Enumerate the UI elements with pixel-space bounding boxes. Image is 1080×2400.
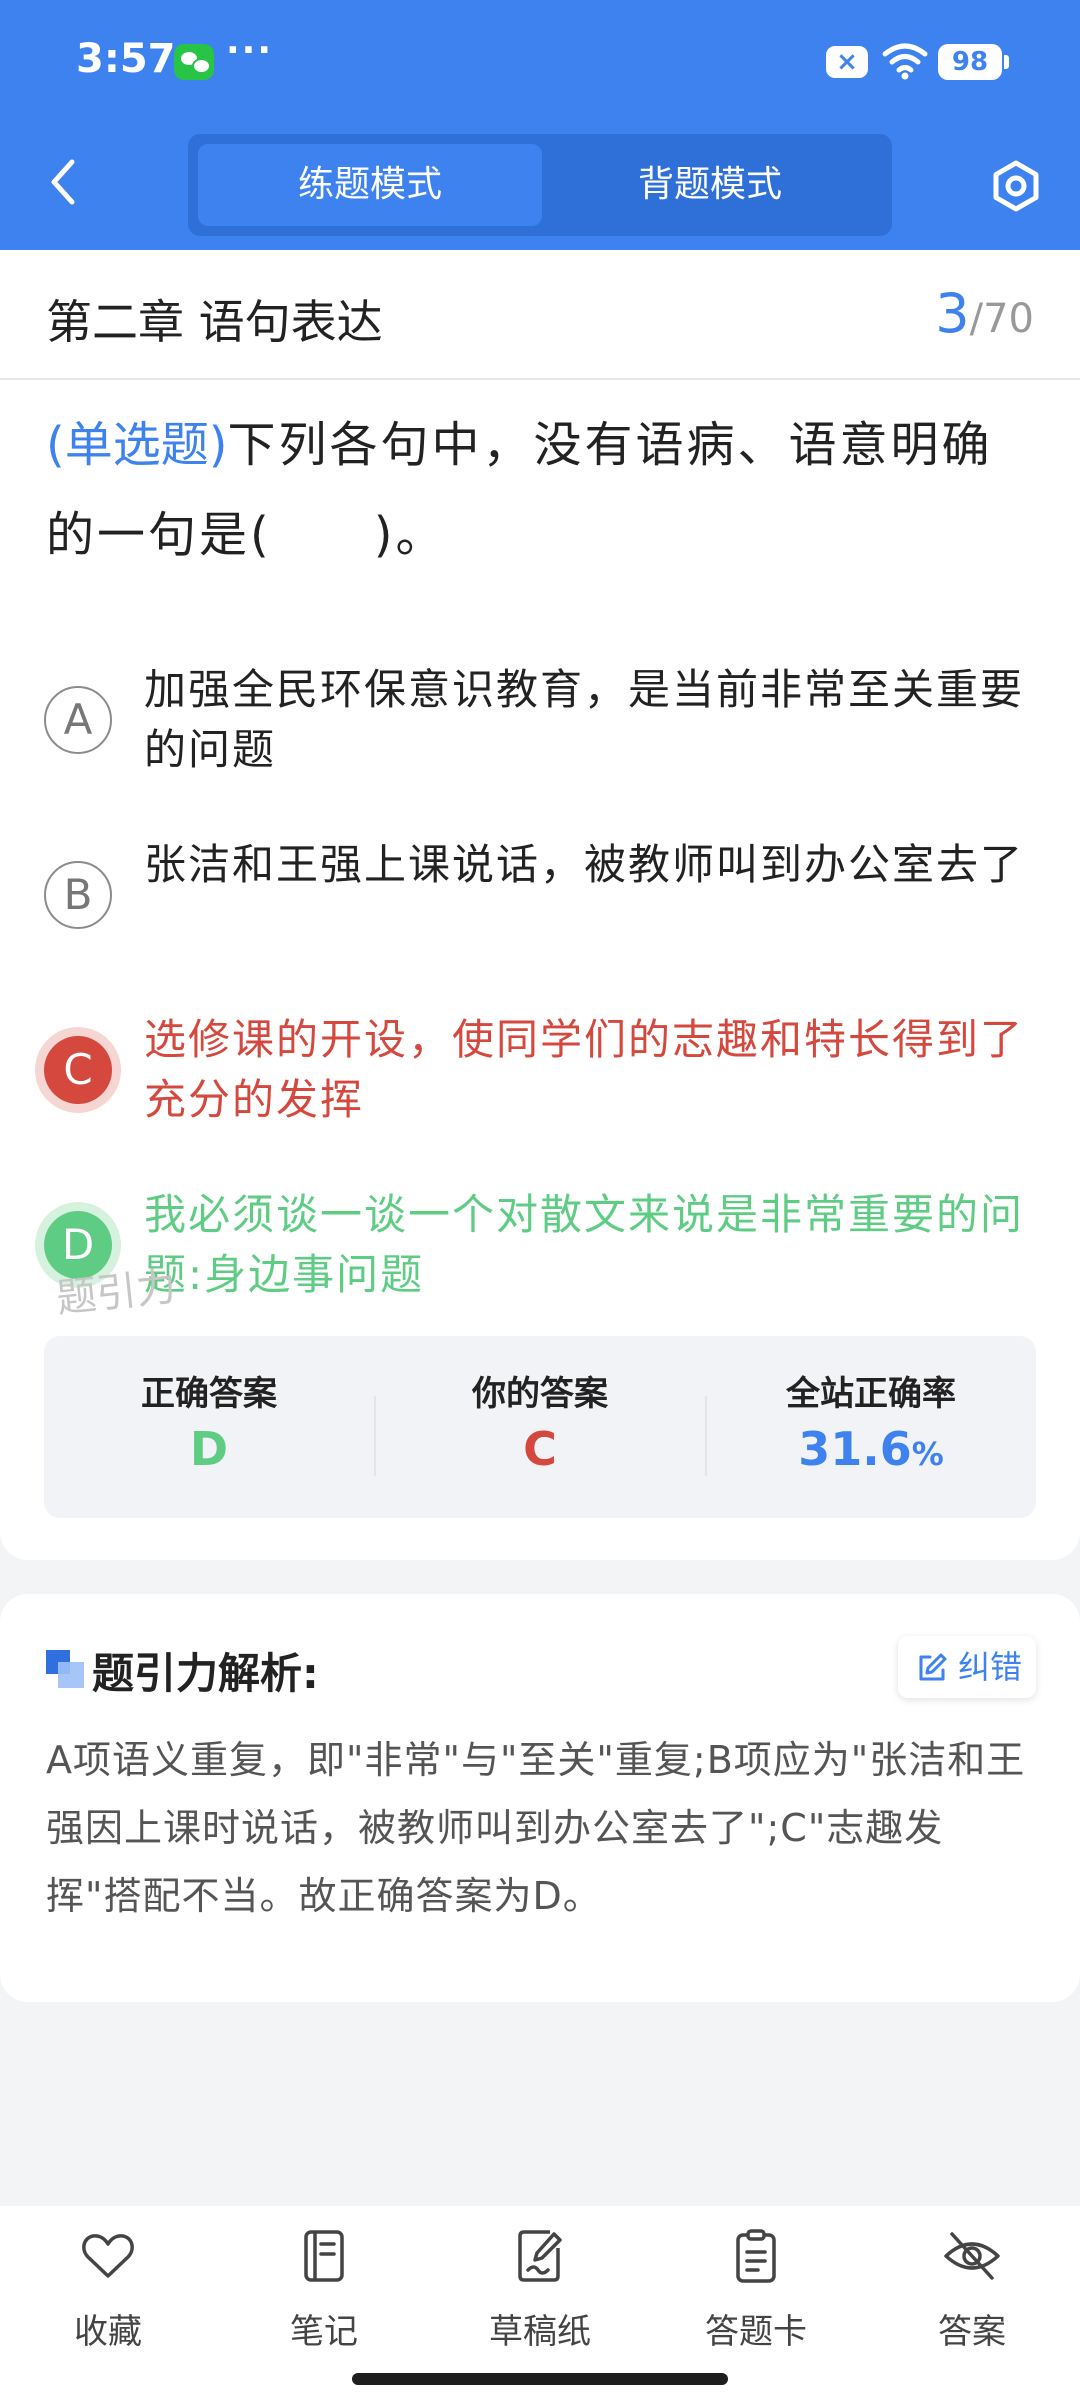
your-answer-value: C	[523, 1422, 557, 1476]
chapter-title: 第二章 语句表达	[46, 295, 383, 349]
tab-practice-mode[interactable]: 练题模式	[198, 144, 542, 226]
status-bar: 3:57 ··· × 98	[0, 0, 1080, 120]
correct-answer-value: D	[189, 1422, 229, 1476]
settings-icon[interactable]	[988, 158, 1044, 214]
correct-answer-stat: 正确答案 D	[44, 1336, 374, 1518]
your-answer-stat: 你的答案 C	[375, 1336, 705, 1518]
wifi-icon	[882, 43, 928, 80]
rate-unit: %	[911, 1435, 944, 1473]
app-header: 3:57 ··· × 98 练题模式 背题模式	[0, 0, 1080, 250]
battery-indicator: 98	[938, 44, 1009, 80]
watermark: 题引力	[54, 1263, 179, 1323]
analysis-squares-icon	[46, 1650, 84, 1688]
current-question-number: 3	[935, 282, 970, 345]
question-card: 第二章 语句表达 3/70 (单选题)下列各句中，没有语病、语意明确的一句是( …	[0, 250, 1080, 1560]
option-text: 加强全民环保意识教育，是当前非常至关重要的问题	[144, 665, 1025, 774]
heart-icon	[82, 2234, 134, 2278]
option-c-wrong[interactable]: C 选修课的开设，使同学们的志趣和特长得到了充分的发挥	[44, 1010, 1036, 1130]
question-counter: 3/70	[935, 282, 1034, 345]
back-arrow-icon[interactable]	[38, 152, 88, 212]
option-b[interactable]: B 张洁和王强上课说话，被教师叫到办公室去了	[44, 835, 1036, 955]
option-d-correct[interactable]: D 我必须谈一谈一个对散文来说是非常重要的问题:身边事问题	[44, 1185, 1036, 1305]
bottom-toolbar: 收藏 笔记 草稿纸 答题卡 答案	[0, 2206, 1080, 2400]
status-time: 3:57	[76, 36, 176, 82]
option-text: 选修课的开设，使同学们的志趣和特长得到了充分的发挥	[144, 1015, 1025, 1124]
tab-memorize-mode[interactable]: 背题模式	[538, 144, 882, 226]
accuracy-rate-value: 31.6%	[706, 1422, 1036, 1476]
total-questions: /70	[969, 296, 1034, 342]
nav-label: 答案	[938, 2312, 1006, 2352]
edit-icon	[919, 1653, 947, 1681]
stat-label: 正确答案	[141, 1374, 277, 1414]
analysis-card: 题引力解析: 纠错 A项语义重复，即"非常"与"至关"重复;B项应为"张洁和王强…	[0, 1594, 1080, 2002]
more-notifications-icon: ···	[226, 30, 274, 71]
no-sim-icon: ×	[826, 46, 868, 78]
nav-draft-paper[interactable]: 草稿纸	[465, 2226, 615, 2366]
option-text: 张洁和王强上课说话，被教师叫到办公室去了	[144, 840, 1025, 889]
notebook-icon	[304, 2230, 344, 2282]
accuracy-rate-stat: 全站正确率 31.6%	[706, 1336, 1036, 1518]
question-stem: (单选题)下列各句中，没有语病、语意明确的一句是( )。	[46, 400, 1036, 580]
nav-favorite[interactable]: 收藏	[33, 2226, 183, 2366]
nav-answer-sheet[interactable]: 答题卡	[681, 2226, 831, 2366]
nav-notes[interactable]: 笔记	[249, 2226, 399, 2366]
divider	[0, 378, 1080, 380]
eye-off-icon	[944, 2232, 1000, 2280]
option-letter: C	[44, 1036, 112, 1104]
option-a[interactable]: A 加强全民环保意识教育，是当前非常至关重要的问题	[44, 660, 1036, 780]
wechat-icon	[174, 44, 214, 80]
stat-label: 全站正确率	[786, 1374, 956, 1414]
draft-paper-icon	[518, 2230, 562, 2282]
report-error-button[interactable]: 纠错	[898, 1636, 1036, 1698]
analysis-text: A项语义重复，即"非常"与"至关"重复;B项应为"张洁和王强因上课时说话，被教师…	[46, 1738, 1026, 1918]
nav-label: 答题卡	[705, 2312, 807, 2352]
nav-label: 草稿纸	[489, 2312, 591, 2352]
rate-number: 31.6	[798, 1422, 912, 1476]
option-letter: A	[44, 686, 112, 754]
analysis-title: 题引力解析:	[92, 1649, 319, 1698]
question-type: (单选题)	[46, 417, 228, 473]
stat-label: 你的答案	[472, 1374, 608, 1414]
nav-label: 笔记	[290, 2312, 358, 2352]
option-text: 我必须谈一谈一个对散文来说是非常重要的问题:身边事问题	[144, 1190, 1025, 1299]
option-letter: B	[44, 861, 112, 929]
nav-label: 收藏	[74, 2312, 142, 2352]
mode-switch: 练题模式 背题模式	[188, 134, 892, 236]
answer-sheet-icon	[736, 2229, 776, 2283]
answer-stats: 正确答案 D 你的答案 C 全站正确率 31.6%	[44, 1336, 1036, 1518]
home-indicator[interactable]	[352, 2373, 728, 2385]
nav-answer[interactable]: 答案	[897, 2226, 1047, 2366]
report-error-label: 纠错	[958, 1648, 1023, 1686]
